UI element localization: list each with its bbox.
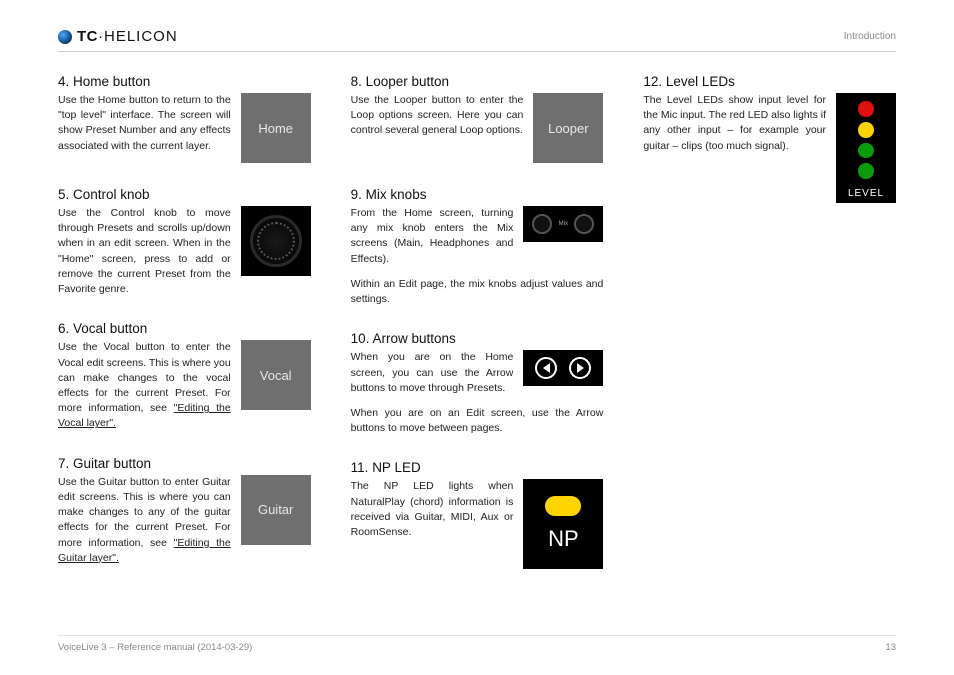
- brand-main: TC: [77, 28, 98, 45]
- led-yellow-icon: [858, 122, 874, 138]
- np-label: NP: [548, 526, 579, 552]
- brand-logo: TC·HELICON: [58, 28, 178, 45]
- section-arrow-buttons: 10. Arrow buttons When you are on the Ho…: [351, 331, 604, 436]
- section-text: Use the Control knob to move through Pre…: [58, 206, 231, 297]
- section-title: 10. Arrow buttons: [351, 331, 604, 346]
- np-led-graphic: NP: [523, 479, 603, 569]
- section-title: 11. NP LED: [351, 460, 604, 475]
- column-1: 4. Home button Use the Home button to re…: [58, 74, 311, 593]
- arrow-right-icon: [569, 357, 591, 379]
- section-level-leds: 12. Level LEDs The Level LEDs show input…: [643, 74, 896, 203]
- section-text: Use the Vocal button to enter the Vocal …: [58, 340, 231, 431]
- logo-globe-icon: [58, 30, 72, 44]
- section-title: 8. Looper button: [351, 74, 604, 89]
- section-text: Use the Looper button to enter the Loop …: [351, 93, 524, 139]
- section-extra-text: Within an Edit page, the mix knobs adjus…: [351, 277, 604, 307]
- header-section-label: Introduction: [844, 31, 896, 42]
- np-led-icon: [545, 496, 581, 516]
- led-green-icon: [858, 163, 874, 179]
- footer-page-number: 13: [885, 642, 896, 653]
- section-looper-button: 8. Looper button Use the Looper button t…: [351, 74, 604, 163]
- section-text: When you are on the Home screen, you can…: [351, 350, 514, 396]
- level-label: LEVEL: [848, 188, 884, 199]
- vocal-button-graphic: Vocal: [241, 340, 311, 410]
- section-title: 5. Control knob: [58, 187, 311, 202]
- led-green-icon: [858, 143, 874, 159]
- section-title: 7. Guitar button: [58, 456, 311, 471]
- knob-icon: [250, 215, 302, 267]
- led-red-icon: [858, 101, 874, 117]
- guitar-button-graphic: Guitar: [241, 475, 311, 545]
- control-knob-graphic: [241, 206, 311, 276]
- section-home-button: 4. Home button Use the Home button to re…: [58, 74, 311, 163]
- section-title: 4. Home button: [58, 74, 311, 89]
- section-control-knob: 5. Control knob Use the Control knob to …: [58, 187, 311, 297]
- brand-sub: HELICON: [104, 28, 178, 45]
- arrow-buttons-graphic: [523, 350, 603, 386]
- section-title: 9. Mix knobs: [351, 187, 604, 202]
- section-title: 12. Level LEDs: [643, 74, 896, 89]
- section-text: Use the Home button to return to the "to…: [58, 93, 231, 154]
- page-header: TC·HELICON Introduction: [58, 28, 896, 52]
- section-extra-text: When you are on an Edit screen, use the …: [351, 406, 604, 436]
- section-text: The Level LEDs show input level for the …: [643, 93, 826, 154]
- mix-knobs-graphic: Mix: [523, 206, 603, 242]
- looper-button-graphic: Looper: [533, 93, 603, 163]
- section-text: From the Home screen, turning any mix kn…: [351, 206, 514, 267]
- section-title: 6. Vocal button: [58, 321, 311, 336]
- home-button-graphic: Home: [241, 93, 311, 163]
- column-3: 12. Level LEDs The Level LEDs show input…: [643, 74, 896, 593]
- section-text: The NP LED lights when NaturalPlay (chor…: [351, 479, 514, 540]
- page-footer: VoiceLive 3 – Reference manual (2014-03-…: [58, 635, 896, 653]
- mix-label: Mix: [559, 221, 568, 227]
- mix-knob-icon: [532, 214, 552, 234]
- section-guitar-button: 7. Guitar button Use the Guitar button t…: [58, 456, 311, 566]
- level-leds-graphic: LEVEL: [836, 93, 896, 203]
- column-2: 8. Looper button Use the Looper button t…: [351, 74, 604, 593]
- section-mix-knobs: 9. Mix knobs From the Home screen, turni…: [351, 187, 604, 307]
- footer-doc-title: VoiceLive 3 – Reference manual (2014-03-…: [58, 642, 252, 653]
- arrow-left-icon: [535, 357, 557, 379]
- section-vocal-button: 6. Vocal button Use the Vocal button to …: [58, 321, 311, 431]
- mix-knob-icon: [574, 214, 594, 234]
- section-text: Use the Guitar button to enter Guitar ed…: [58, 475, 231, 566]
- section-np-led: 11. NP LED The NP LED lights when Natura…: [351, 460, 604, 569]
- content-columns: 4. Home button Use the Home button to re…: [58, 74, 896, 593]
- brand-text: TC·HELICON: [77, 28, 178, 45]
